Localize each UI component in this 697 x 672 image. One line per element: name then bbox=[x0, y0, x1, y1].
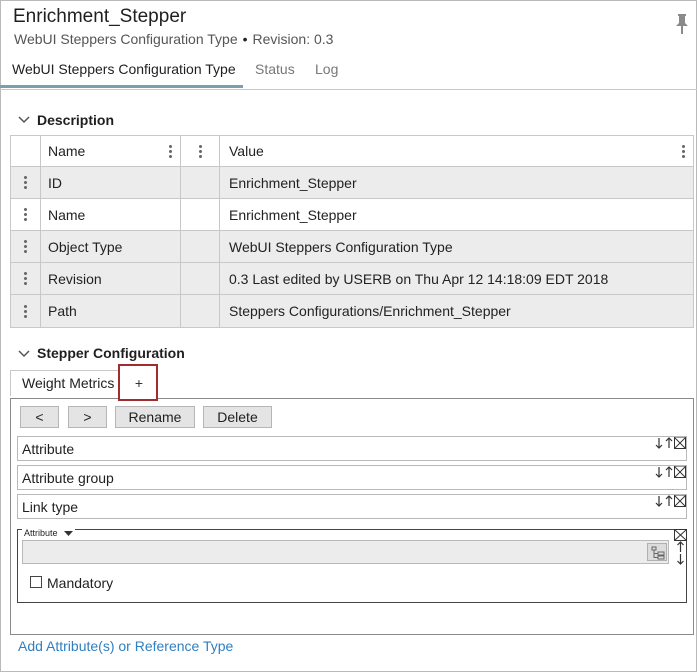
field-label: Attribute group bbox=[22, 470, 114, 486]
table-row[interactable]: Path Steppers Configurations/Enrichment_… bbox=[11, 295, 693, 327]
arrow-up-icon[interactable] bbox=[664, 437, 674, 449]
active-tab-indicator bbox=[0, 85, 243, 88]
column-header-name[interactable]: Name bbox=[41, 136, 181, 166]
tab-weight-metrics[interactable]: Weight Metrics bbox=[10, 370, 120, 396]
attribute-type-dropdown[interactable]: Attribute bbox=[22, 528, 75, 538]
arrow-down-icon[interactable] bbox=[674, 553, 687, 565]
column-header-value-label: Value bbox=[229, 143, 264, 159]
row-name-cell: Revision bbox=[41, 263, 181, 294]
plus-icon: + bbox=[134, 375, 144, 391]
move-right-button[interactable]: > bbox=[68, 406, 107, 428]
row-name-cell: Object Type bbox=[41, 231, 181, 262]
tree-browse-button[interactable] bbox=[647, 543, 667, 561]
close-icon[interactable] bbox=[674, 529, 687, 541]
separator-dot: • bbox=[242, 31, 248, 47]
field-attribute[interactable]: Attribute bbox=[17, 436, 687, 461]
row-drag-handle-icon[interactable] bbox=[24, 176, 27, 189]
add-attribute-link[interactable]: Add Attribute(s) or Reference Type bbox=[18, 638, 233, 654]
tab-divider bbox=[0, 89, 697, 90]
chevron-down-icon[interactable] bbox=[18, 350, 30, 358]
mandatory-checkbox[interactable] bbox=[30, 576, 42, 588]
revision-label: Revision: 0.3 bbox=[252, 31, 334, 47]
row-name-cell: Name bbox=[41, 199, 181, 230]
column-menu-icon[interactable] bbox=[682, 145, 685, 158]
page-title: Enrichment_Stepper bbox=[13, 6, 187, 27]
column-header-value[interactable]: Value bbox=[220, 136, 693, 166]
close-icon[interactable] bbox=[674, 466, 686, 478]
table-row[interactable]: Revision 0.3 Last edited by USERB on Thu… bbox=[11, 263, 693, 295]
row-drag-handle-icon[interactable] bbox=[24, 208, 27, 221]
attribute-input[interactable] bbox=[22, 540, 669, 564]
caret-down-icon bbox=[63, 530, 73, 536]
field-label: Attribute bbox=[22, 441, 75, 457]
tab-status[interactable]: Status bbox=[255, 61, 295, 77]
stepper-configuration-heading[interactable]: Stepper Configuration bbox=[37, 345, 185, 361]
table-row[interactable]: ID Enrichment_Stepper bbox=[11, 167, 693, 199]
mandatory-label: Mandatory bbox=[47, 575, 114, 591]
row-value-cell: WebUI Steppers Configuration Type bbox=[229, 238, 453, 255]
table-row[interactable]: Object Type WebUI Steppers Configuration… bbox=[11, 231, 693, 263]
description-table: Name Value ID Enrichment_Stepper Name En… bbox=[10, 135, 694, 328]
arrow-down-icon[interactable] bbox=[654, 437, 664, 449]
row-drag-handle-icon[interactable] bbox=[24, 304, 27, 318]
object-type-label: WebUI Steppers Configuration Type bbox=[14, 31, 238, 47]
column-menu-icon[interactable] bbox=[169, 145, 172, 158]
field-attribute-group[interactable]: Attribute group bbox=[17, 465, 687, 490]
arrow-down-icon[interactable] bbox=[654, 466, 664, 478]
tab-configuration-type[interactable]: WebUI Steppers Configuration Type bbox=[12, 61, 236, 77]
row-value-cell: 0.3 Last edited by USERB on Thu Apr 12 1… bbox=[229, 270, 609, 287]
arrow-up-icon[interactable] bbox=[664, 466, 674, 478]
attribute-editor-controls bbox=[674, 529, 687, 565]
row-drag-handle-icon[interactable] bbox=[24, 272, 27, 285]
arrow-up-icon[interactable] bbox=[674, 541, 687, 553]
arrow-up-icon[interactable] bbox=[664, 495, 674, 507]
attribute-legend-label: Attribute bbox=[24, 528, 58, 538]
table-header-handle bbox=[11, 136, 41, 166]
row-drag-handle-icon[interactable] bbox=[24, 240, 27, 253]
table-row[interactable]: Name Enrichment_Stepper bbox=[11, 199, 693, 231]
field-link-type[interactable]: Link type bbox=[17, 494, 687, 519]
column-header-name-label: Name bbox=[48, 143, 86, 159]
row-name-cell: ID bbox=[41, 167, 181, 198]
close-icon[interactable] bbox=[674, 437, 686, 449]
close-icon[interactable] bbox=[674, 495, 686, 507]
column-menu-icon[interactable] bbox=[198, 144, 202, 158]
row-name-cell: Path bbox=[41, 295, 181, 327]
rename-button[interactable]: Rename bbox=[115, 406, 195, 428]
row-value-cell: Enrichment_Stepper bbox=[229, 174, 357, 191]
row-value-cell: Enrichment_Stepper bbox=[229, 206, 357, 223]
field-label: Link type bbox=[22, 499, 79, 515]
chevron-down-icon[interactable] bbox=[18, 116, 30, 124]
table-header-row: Name Value bbox=[11, 136, 693, 167]
description-heading[interactable]: Description bbox=[37, 112, 114, 128]
tab-bar: WebUI Steppers Configuration Type Status… bbox=[0, 56, 697, 90]
tab-log[interactable]: Log bbox=[315, 61, 338, 77]
pin-icon[interactable] bbox=[675, 14, 689, 34]
column-header-spacer bbox=[181, 136, 220, 166]
add-tab-button[interactable]: + bbox=[118, 364, 158, 401]
move-left-button[interactable]: < bbox=[20, 406, 59, 428]
arrow-down-icon[interactable] bbox=[654, 495, 664, 507]
tree-icon bbox=[651, 546, 665, 560]
page-subtitle: WebUI Steppers Configuration Type • Revisi… bbox=[14, 31, 333, 47]
delete-button[interactable]: Delete bbox=[203, 406, 272, 428]
row-value-cell: Steppers Configurations/Enrichment_Stepp… bbox=[229, 303, 511, 319]
